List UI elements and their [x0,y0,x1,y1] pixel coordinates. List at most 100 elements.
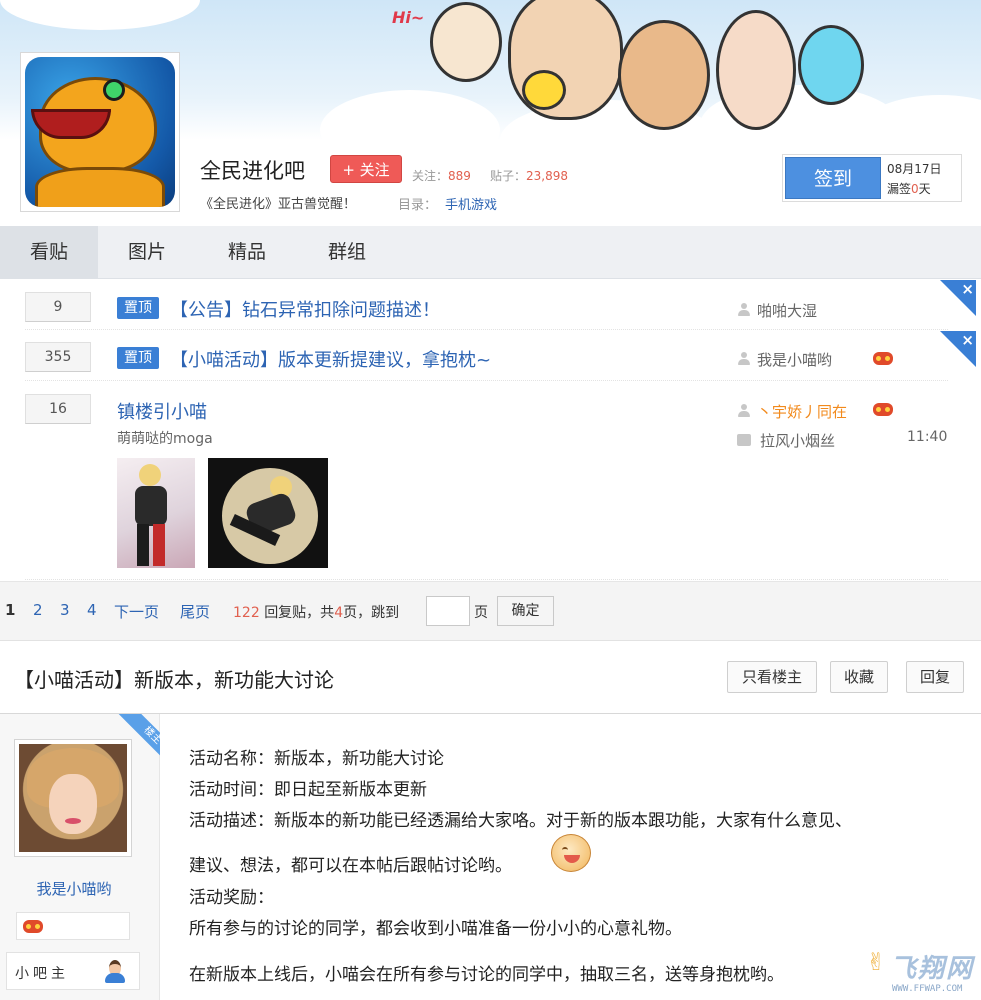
reply-total: 122 [233,605,260,621]
page-jump-input[interactable] [426,596,470,626]
page-link[interactable]: 2 [33,601,43,619]
gamepad-icon [23,920,43,933]
reply-icon [737,434,751,446]
post-line: 在新版本上线后，小喵会在所有参与讨论的同学中，抽取三名，送等身抱枕哟。 [189,965,784,985]
thread-row[interactable]: 355 置顶 【小喵活动】版本更新提建议，拿抱枕~ 我是小喵哟 [25,331,948,381]
author-icon [737,404,751,418]
jump-text: 页，跳到 [343,605,400,621]
victory-hand-icon: ✌ [866,948,887,976]
page-jump-button[interactable]: 确定 [497,596,554,626]
poster-role: 小吧主 [6,952,140,990]
post-line: 活动时间：即日起至新版本更新 [189,780,427,800]
forum-directory: 目录： 手机游戏 [398,194,497,213]
op-ribbon: 楼主 [110,714,160,764]
thread-title[interactable]: 【公告】钻石异常扣除问题描述！ [170,296,440,322]
agumon-icon [25,57,175,207]
page-total: 4 [334,605,344,621]
thread-title[interactable]: 【小喵活动】版本更新提建议，拿抱枕~ [170,346,491,372]
thread-row[interactable]: 9 置顶 【公告】钻石异常扣除问题描述！ 啪啪大湿 [25,280,948,330]
pagination: 1 2 3 4 下一页 尾页 122 回复贴，共4页，跳到 页 确定 [0,581,981,641]
close-icon[interactable]: × [940,280,976,316]
tab-featured[interactable]: 精品 [198,226,296,279]
thread-author[interactable]: 啪啪大湿 [757,300,817,321]
post-line: 所有参与的讨论的同学，都会收到小喵准备一份小小的心意礼物。 [189,919,682,939]
directory-label: 目录： [398,198,438,213]
posts-count: 23,898 [526,169,569,183]
page-link[interactable]: 3 [60,601,70,619]
post-line: 活动描述：新版本的新功能已经透漏给大家咯。对于新的版本跟功能，大家有什么意见、 [189,811,852,831]
post-line: 建议、想法，都可以在本帖后跟帖讨论哟。 [189,856,512,876]
only-op-button[interactable]: 只看楼主 [727,661,817,693]
close-icon[interactable]: × [940,331,976,367]
last-page-link[interactable]: 尾页 [180,601,210,622]
followers-label: 关注： [412,169,449,183]
forum-name[interactable]: 全民进化吧 [200,155,305,185]
pager-info: 122 回复贴，共4页，跳到 [233,602,399,622]
posts-stat: 贴子：23,898 [490,167,568,184]
posts-label: 贴子： [490,169,527,183]
last-reply-time: 11:40 [907,429,948,445]
post-title: 【小喵活动】新版本，新功能大讨论 [14,668,334,692]
author-icon [737,303,751,317]
banner-character-fish [798,25,864,105]
pinned-badge: 置顶 [117,297,159,319]
thread-author[interactable]: 我是小喵哟 [757,349,832,370]
forum-slogan: 《全民进化》亚古兽觉醒！ [200,197,357,212]
pinned-badge: 置顶 [117,347,159,369]
poster-name[interactable]: 我是小喵哟 [0,878,148,899]
banner-character-big-head [508,0,623,120]
moderator-icon [103,960,127,984]
watermark-url: WWW.FFWAP.COM [892,984,963,994]
missed-value: 0 [911,182,919,196]
thread-thumbnail[interactable] [117,458,195,568]
post-floor: 楼主 我是小喵哟 小吧主 活动名称：新版本，新功能大讨论 活动时间：即日起至新版… [0,714,981,1000]
followers-stat: 关注：889 [412,167,471,184]
tieba-page: Hi~ 全民进化吧 + 关注 关注：889 贴子：23,898 《全民进化》亚古… [0,0,981,1000]
banner-greeting: Hi~ [392,8,425,27]
last-replier[interactable]: 拉风小烟丝 [760,430,835,451]
sign-date: 08月17日 [887,162,942,176]
forum-avatar[interactable] [20,52,180,212]
page-link[interactable]: 4 [87,601,97,619]
thread-title[interactable]: 镇楼引小喵 [117,398,207,424]
tab-groups[interactable]: 群组 [298,226,396,279]
forum-tabs: 看贴 图片 精品 群组 [0,226,981,279]
page-unit: 页 [474,605,488,621]
page-current: 1 [5,601,16,619]
reply-count: 16 [25,394,91,424]
reply-text: 回复贴，共 [264,605,335,621]
missed-prefix: 漏签 [887,182,912,196]
banner-character-girl [716,10,796,130]
thread-abstract: 萌萌哒的moga [117,431,213,447]
smiley-emoji-icon [551,834,591,872]
watermark-text: 飞翔网 [890,954,975,984]
sign-in-box: 签到 08月17日 漏签0天 [782,154,962,202]
post-header: 【小喵活动】新版本，新功能大讨论 只看楼主 收藏 回复 [0,642,981,714]
reply-count: 355 [25,342,91,372]
tab-posts[interactable]: 看贴 [0,226,98,279]
favorite-button[interactable]: 收藏 [830,661,888,693]
watermark-logo: ✌ 飞翔网 WWW.FFWAP.COM [866,946,978,998]
follow-button[interactable]: + 关注 [330,155,402,183]
thread-row[interactable]: 16 镇楼引小喵 萌萌哒的moga 丶宇娇丿同在 拉风小烟丝 11:40 [25,382,948,580]
post-line: 活动奖励： [189,888,274,908]
sign-missed-days: 漏签0天 [887,180,931,197]
thread-thumbnail[interactable] [208,458,328,568]
sign-in-button[interactable]: 签到 [785,157,881,199]
next-page-link[interactable]: 下一页 [114,601,159,622]
reply-button[interactable]: 回复 [906,661,964,693]
gamepad-icon [873,403,893,416]
role-label: 小吧主 [15,966,69,982]
tab-pictures[interactable]: 图片 [98,226,196,279]
gamepad-icon [873,352,893,365]
thread-author[interactable]: 丶宇娇丿同在 [757,401,847,422]
followers-count: 889 [448,169,471,183]
author-icon [737,352,751,366]
missed-suffix: 天 [918,182,931,196]
post-line: 活动名称：新版本，新功能大讨论 [189,749,444,769]
banner-character-bear [618,20,710,130]
poster-sidebar: 楼主 我是小喵哟 小吧主 [0,714,160,1000]
directory-link[interactable]: 手机游戏 [445,198,497,213]
reply-count: 9 [25,292,91,322]
thread-list: 9 置顶 【公告】钻石异常扣除问题描述！ 啪啪大湿 × 355 置顶 【小喵活动… [0,280,981,580]
